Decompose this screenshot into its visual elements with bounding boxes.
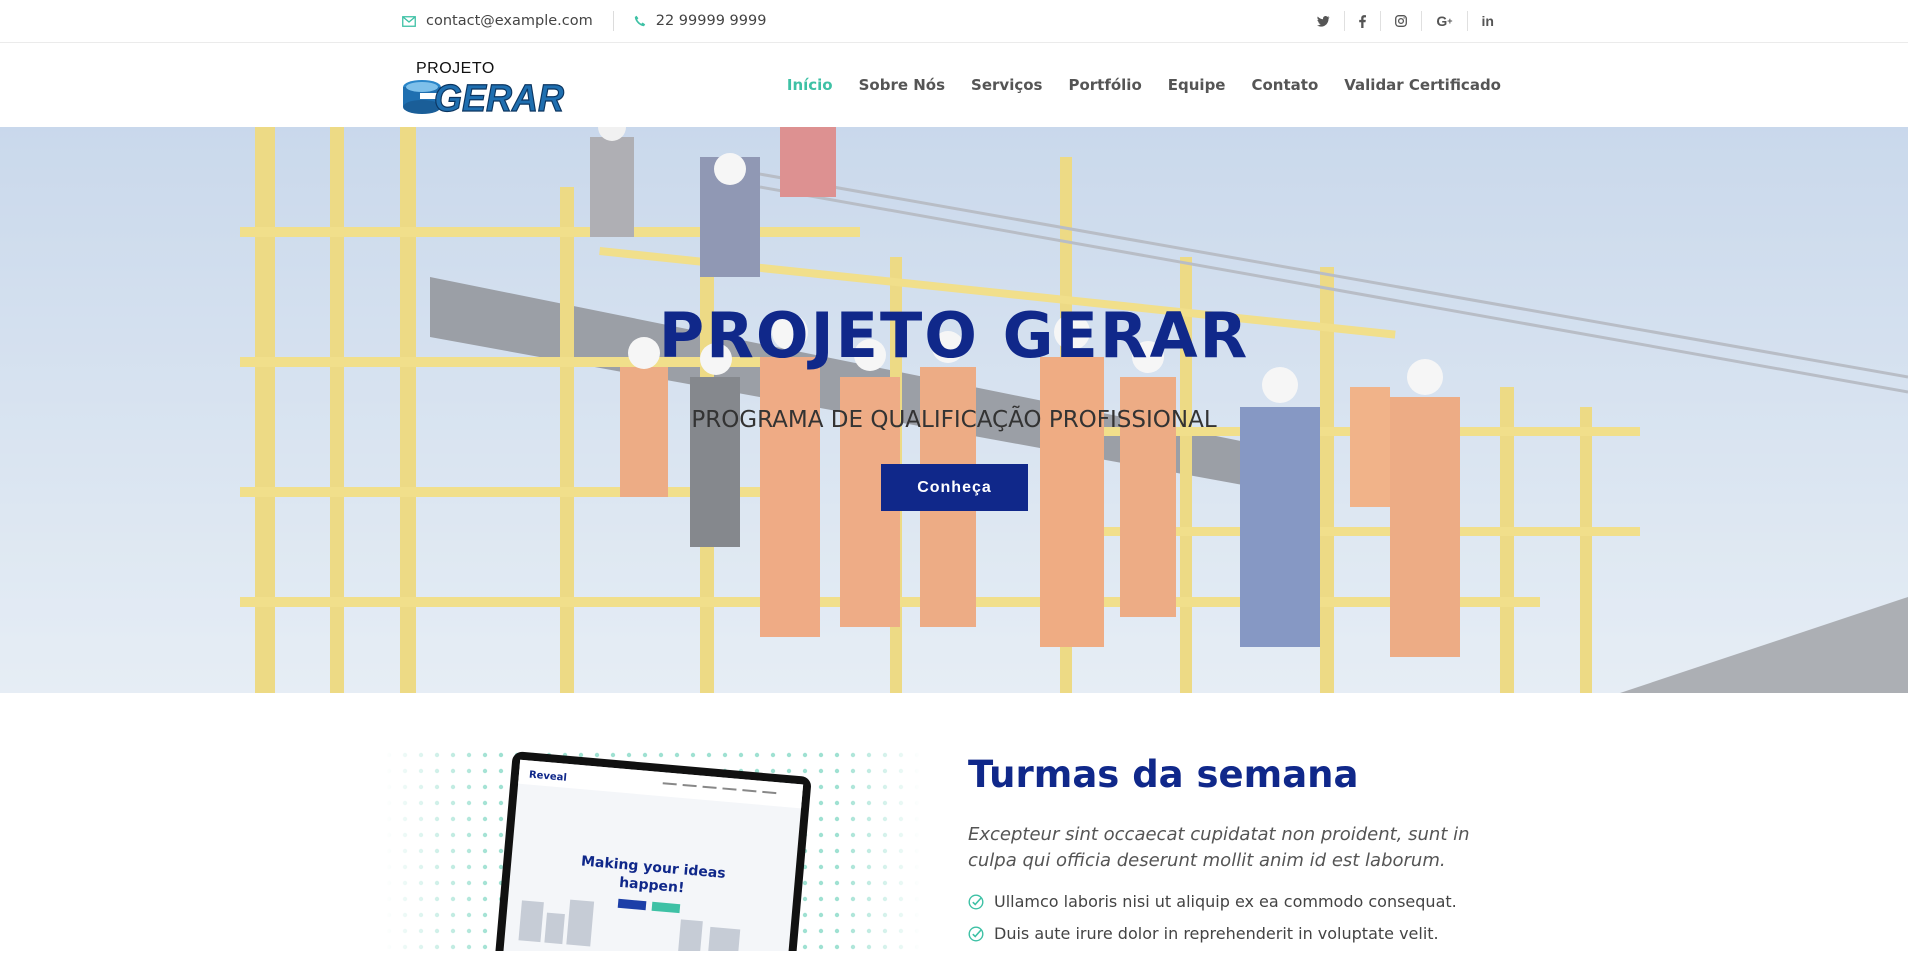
section-lead: Excepteur sint occaecat cupidatat non pr… — [968, 824, 1470, 871]
facebook-icon[interactable] — [1344, 11, 1380, 31]
divider — [612, 11, 614, 31]
phone-contact[interactable]: 22 99999 9999 — [634, 13, 767, 29]
check-circle-icon — [968, 893, 984, 910]
feature-list: Ullamco laboris nisi ut aliquip ex ea co… — [968, 892, 1488, 943]
contact-info: contact@example.com 22 99999 9999 — [402, 0, 766, 42]
list-item: Ullamco laboris nisi ut aliquip ex ea co… — [968, 892, 1488, 911]
nav-item-equipe[interactable]: Equipe — [1168, 76, 1226, 94]
check-circle-icon — [968, 925, 984, 942]
main-header: PROJETO GERAR Início Sobre Nós Serviços … — [0, 43, 1908, 127]
google-plus-icon[interactable]: G + — [1421, 11, 1466, 31]
turmas-content: Turmas da semana Excepteur sint occaecat… — [968, 753, 1488, 956]
email-contact[interactable]: contact@example.com — [402, 13, 593, 29]
laptop-mockup-image: Reveal Making your ideas happen! — [385, 751, 920, 956]
nav-item-portfolio[interactable]: Portfólio — [1068, 76, 1141, 94]
top-bar: contact@example.com 22 99999 9999 G + in — [0, 0, 1908, 43]
instagram-icon[interactable] — [1380, 11, 1421, 31]
hero-title: PROJETO GERAR — [658, 299, 1250, 372]
hero-section: PROJETO GERAR PROGRAMA DE QUALIFICAÇÃO P… — [0, 127, 1908, 693]
logo-mark: GERAR — [403, 77, 565, 119]
hero-subtitle: PROGRAMA DE QUALIFICAÇÃO PROFISSIONAL — [691, 407, 1217, 433]
envelope-icon — [402, 15, 416, 27]
laptop-illustration: Reveal Making your ideas happen! — [385, 751, 920, 956]
twitter-icon[interactable] — [1303, 11, 1344, 31]
turmas-section: Reveal Making your ideas happen! Turmas … — [0, 693, 1908, 956]
nav-item-servicos[interactable]: Serviços — [971, 76, 1042, 94]
phone-icon — [634, 15, 646, 27]
nav-item-contato[interactable]: Contato — [1251, 76, 1318, 94]
email-text: contact@example.com — [426, 13, 593, 29]
list-item: Duis aute irure dolor in reprehenderit i… — [968, 924, 1488, 943]
linkedin-icon[interactable]: in — [1466, 11, 1508, 31]
phone-text: 22 99999 9999 — [655, 13, 767, 29]
nav-item-validar-certificado[interactable]: Validar Certificado — [1344, 76, 1501, 94]
section-title: Turmas da semana — [968, 753, 1359, 796]
logo[interactable]: PROJETO GERAR — [400, 57, 568, 119]
logo-main-text: GERAR — [434, 78, 565, 119]
social-links: G + in — [1303, 0, 1508, 42]
main-nav: Início Sobre Nós Serviços Portfólio Equi… — [761, 43, 1501, 127]
nav-item-inicio[interactable]: Início — [787, 76, 833, 94]
nav-item-sobre-nos[interactable]: Sobre Nós — [859, 76, 945, 94]
list-item-text: Duis aute irure dolor in reprehenderit i… — [994, 924, 1439, 943]
conheca-button[interactable]: Conheça — [881, 464, 1028, 511]
list-item-text: Ullamco laboris nisi ut aliquip ex ea co… — [994, 892, 1457, 911]
